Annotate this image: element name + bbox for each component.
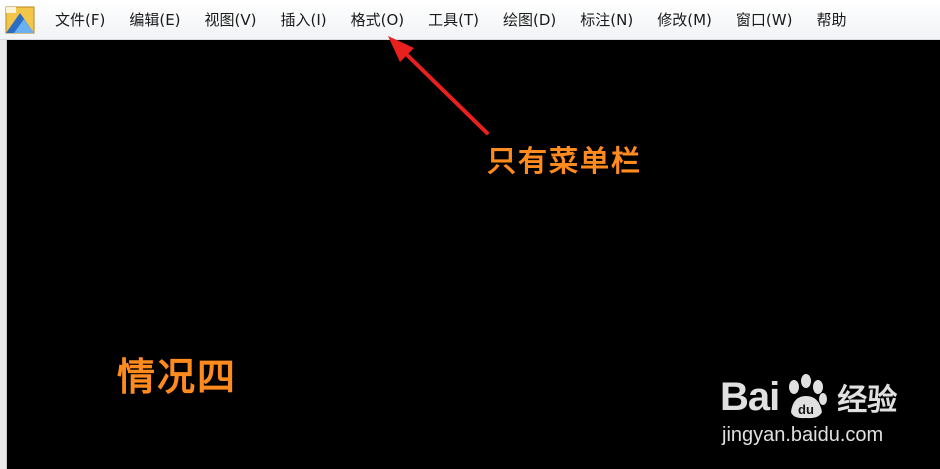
screenshot-frame: 文件(F) 编辑(E) 视图(V) 插入(I) 格式(O) 工具(T) 绘图(D… <box>0 0 940 469</box>
menu-item-dimension[interactable]: 标注(N) <box>569 0 646 40</box>
menu-item-view[interactable]: 视图(V) <box>194 0 270 40</box>
svg-text:du: du <box>798 402 814 417</box>
menu-item-insert[interactable]: 插入(I) <box>270 0 340 40</box>
annotation-case-four: 情况四 <box>117 355 238 399</box>
annotation-menubar-only: 只有菜单栏 <box>487 144 643 178</box>
menu-item-modify[interactable]: 修改(M) <box>646 0 725 40</box>
watermark-brand-left: Bai <box>720 374 780 419</box>
baidu-paw-icon: du <box>789 374 828 419</box>
menu-item-tools[interactable]: 工具(T) <box>417 0 492 40</box>
watermark-url: jingyan.baidu.com <box>722 424 884 446</box>
window-left-edge <box>0 40 7 469</box>
menu-item-window[interactable]: 窗口(W) <box>725 0 806 40</box>
menu-item-help[interactable]: 帮助 <box>805 0 859 40</box>
menu-item-edit[interactable]: 编辑(E) <box>118 0 193 40</box>
menu-item-draw[interactable]: 绘图(D) <box>492 0 569 40</box>
menu-item-format[interactable]: 格式(O) <box>340 0 418 40</box>
menu-bar: 文件(F) 编辑(E) 视图(V) 插入(I) 格式(O) 工具(T) 绘图(D… <box>0 0 940 40</box>
baidu-watermark: Bai du 经验 jingyan.baidu.com <box>720 372 897 447</box>
menu-item-file[interactable]: 文件(F) <box>44 0 118 40</box>
app-icon[interactable] <box>4 3 38 37</box>
watermark-brand-right: 经验 <box>837 383 898 418</box>
